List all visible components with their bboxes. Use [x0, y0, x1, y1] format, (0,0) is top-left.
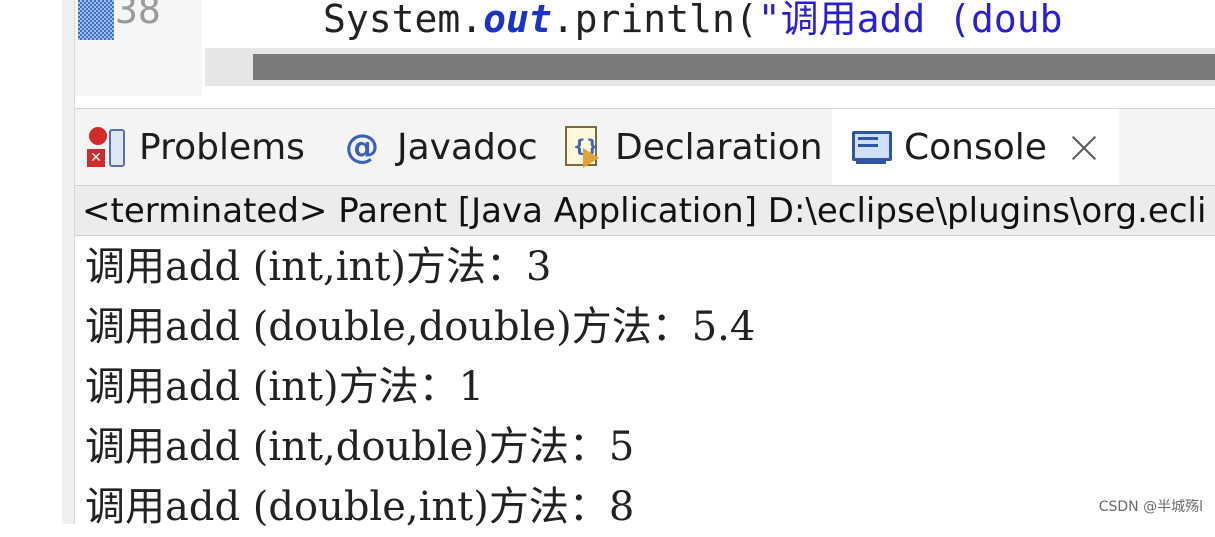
horizontal-scrollbar-thumb[interactable] — [253, 54, 1215, 80]
watermark: CSDN @半城殇l — [1098, 499, 1203, 515]
console-line: 调用add (int)方法：1 — [85, 364, 485, 410]
editor-ruler: 38 — [75, 0, 202, 96]
left-gutter — [0, 0, 62, 524]
console-line: 调用add (double,double)方法：5.4 — [85, 304, 756, 350]
problems-icon: ✕ — [85, 125, 125, 169]
console-line: 调用add (double,int)方法：8 — [85, 484, 635, 530]
bottom-panel: ✕ Problems @ Javadoc {} Declaration Cons… — [75, 108, 1215, 530]
at-icon: @ — [345, 127, 379, 167]
code-keyword: out — [483, 0, 552, 41]
left-border — [62, 0, 75, 524]
tab-declaration[interactable]: {} Declaration — [563, 109, 823, 185]
console-icon — [850, 127, 892, 167]
tab-javadoc-label: Javadoc — [397, 126, 538, 168]
tab-problems-label: Problems — [139, 126, 305, 168]
line-marker — [78, 0, 114, 40]
view-tab-bar: ✕ Problems @ Javadoc {} Declaration Cons… — [75, 109, 1215, 186]
code-line[interactable]: System.out.println("调用add (doub — [323, 0, 1062, 43]
code-prefix: System. — [323, 0, 484, 41]
tab-console-label: Console — [904, 126, 1047, 168]
tab-problems[interactable]: ✕ Problems — [85, 109, 305, 185]
tab-javadoc[interactable]: @ Javadoc — [345, 109, 538, 185]
code-method: .println( — [551, 0, 758, 41]
console-status: <terminated> Parent [Java Application] D… — [75, 186, 1215, 236]
code-string: "调用add (doub — [757, 0, 1063, 41]
console-output[interactable]: 调用add (int,int)方法：3 调用add (double,double… — [85, 237, 1205, 537]
code-editor[interactable]: 38 System.out.println("调用add (doub — [75, 0, 1215, 96]
tab-console[interactable]: Console — [832, 109, 1119, 185]
console-line: 调用add (int,int)方法：3 — [85, 244, 552, 290]
console-line: 调用add (int,double)方法：5 — [85, 424, 635, 470]
close-icon[interactable] — [1069, 132, 1099, 162]
declaration-icon: {} — [563, 124, 601, 170]
line-number: 38 — [115, 0, 161, 32]
tab-declaration-label: Declaration — [615, 126, 823, 168]
